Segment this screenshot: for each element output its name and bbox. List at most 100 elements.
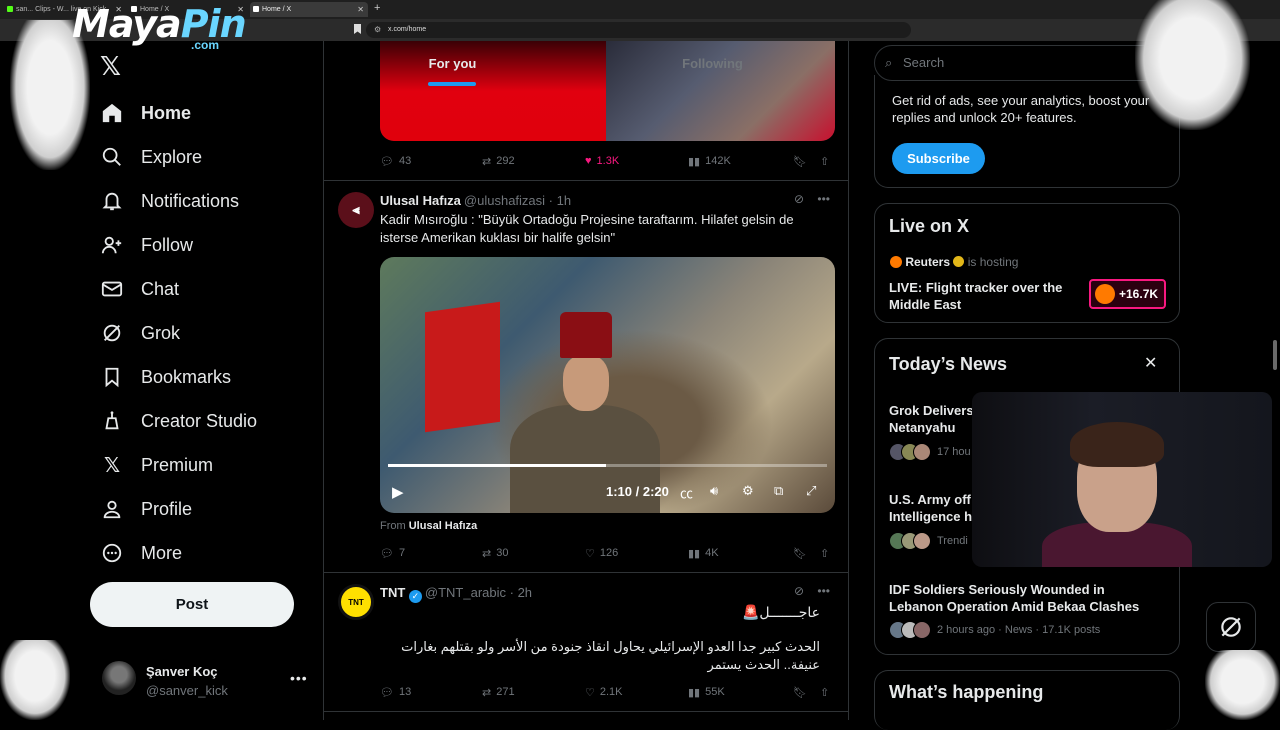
- nav-home-label: Home: [141, 102, 192, 123]
- bookmark-button[interactable]: 🔖︎: [793, 683, 807, 701]
- video-player[interactable]: ▶ 1:10 / 2:20 ㏄ 🔊︎ ⚙ ⧉ ⤢: [380, 257, 835, 513]
- author-handle[interactable]: @ulushafizasi · 1h: [464, 193, 571, 208]
- nav-follow[interactable]: Follow: [100, 229, 193, 261]
- play-icon[interactable]: ▶: [392, 483, 404, 501]
- author-name[interactable]: Ulusal Hafıza: [380, 193, 461, 208]
- bookmark-page-icon[interactable]: [354, 24, 361, 34]
- fullscreen-icon[interactable]: ⤢: [806, 483, 816, 499]
- heart-icon: ♡: [585, 547, 595, 560]
- grok-icon[interactable]: ⊘: [794, 192, 804, 206]
- grok-floating-button[interactable]: [1206, 602, 1256, 652]
- from-name[interactable]: Ulusal Hafıza: [409, 520, 477, 532]
- profile-icon: [100, 497, 124, 521]
- reply-button[interactable]: 💬︎ 43: [380, 152, 411, 170]
- watermark-domain: .com: [191, 38, 220, 52]
- bookmark-icon: 🔖︎: [793, 686, 807, 699]
- close-tab-icon[interactable]: ✕: [357, 2, 364, 17]
- tweet-header: TNT ✓ @TNT_arabic · 2h: [380, 585, 532, 603]
- more-options-icon[interactable]: •••: [290, 670, 308, 686]
- news-meta: 17 hou: [889, 443, 971, 461]
- nav-chat-label: Chat: [141, 278, 180, 299]
- pip-icon[interactable]: ⧉: [774, 483, 783, 499]
- views-button[interactable]: ▮▮ 142K: [688, 152, 731, 170]
- bookmark-button[interactable]: 🔖︎: [793, 152, 807, 170]
- feed-tabs: For you Following: [324, 41, 848, 86]
- tweet-actions: 💬︎ 13 ⇄ 271 ♡ 2.1K ▮▮ 55K 🔖︎ ⇧: [380, 683, 835, 701]
- nav-creator-studio[interactable]: Creator Studio: [100, 405, 257, 437]
- scrollbar-thumb[interactable]: [1273, 340, 1277, 370]
- views-icon: ▮▮: [688, 155, 701, 168]
- like-button[interactable]: ♡ 2.1K: [585, 683, 623, 701]
- tweet-actions: 💬︎ 7 ⇄ 30 ♡ 126 ▮▮ 4K 🔖︎ ⇧: [380, 544, 835, 562]
- author-name[interactable]: TNT: [380, 585, 405, 600]
- live-event-title[interactable]: LIVE: Flight tracker over the Middle Eas…: [889, 279, 1079, 313]
- nav-grok[interactable]: Grok: [100, 317, 180, 349]
- avatar-stack: [889, 443, 933, 461]
- more-options-icon[interactable]: •••: [817, 192, 830, 206]
- site-info-icon[interactable]: ⚙: [374, 22, 381, 38]
- nav-more[interactable]: More: [100, 537, 182, 569]
- nav-notifications[interactable]: Notifications: [100, 185, 239, 217]
- ulusal-hafiza-avatar[interactable]: ⫷: [338, 192, 374, 228]
- view-count: 55K: [705, 686, 725, 698]
- repost-count: 30: [496, 547, 509, 559]
- post-button[interactable]: Post: [90, 582, 294, 627]
- nav-home[interactable]: Home: [100, 97, 191, 129]
- live-title: Live on X: [889, 216, 970, 236]
- url-bar[interactable]: ⚙ x.com/home: [366, 22, 911, 38]
- share-button[interactable]: ⇧: [820, 544, 829, 562]
- bookmark-button[interactable]: 🔖︎: [793, 544, 807, 562]
- more-options-icon[interactable]: •••: [817, 584, 830, 598]
- like-button[interactable]: ♥ 1.3K: [585, 152, 619, 170]
- repost-button[interactable]: ⇄ 292: [482, 152, 515, 170]
- webcam-hair: [1070, 422, 1164, 467]
- share-button[interactable]: ⇧: [820, 683, 829, 701]
- news-meta: Trendi: [889, 532, 968, 550]
- account-switcher[interactable]: Şanver Koç @sanver_kick •••: [100, 658, 312, 702]
- profile-name: Şanver Koç: [146, 664, 218, 679]
- more-circle-icon: [100, 541, 124, 565]
- like-button[interactable]: ♡ 126: [585, 544, 618, 562]
- timeline: For you Following 💬︎ 43 ⇄ 292 ♥ 1.3K ▮▮ 142K…: [323, 41, 849, 720]
- watermark-maya: Maya: [72, 2, 182, 46]
- reply-button[interactable]: 💬︎ 13: [380, 683, 411, 701]
- live-listeners-badge[interactable]: +16.7K: [1089, 279, 1166, 309]
- news-item[interactable]: IDF Soldiers Seriously Wounded in Lebano…: [889, 581, 1159, 615]
- source-attribution: From Ulusal Hafıza: [380, 520, 477, 532]
- nav-follow-label: Follow: [141, 234, 194, 255]
- reply-button[interactable]: 💬︎ 7: [380, 544, 405, 562]
- settings-icon[interactable]: ⚙: [742, 483, 754, 499]
- tab-for-you[interactable]: For you: [380, 41, 525, 85]
- new-tab-button[interactable]: +: [374, 2, 380, 14]
- volume-icon[interactable]: 🔊︎: [710, 483, 718, 499]
- reply-count: 43: [398, 155, 412, 167]
- subscribe-button[interactable]: Subscribe: [892, 143, 985, 174]
- heart-icon: ♡: [585, 686, 595, 699]
- nav-bookmarks[interactable]: Bookmarks: [100, 361, 231, 393]
- tab-following[interactable]: Following: [640, 41, 785, 85]
- captions-icon[interactable]: ㏄: [680, 483, 693, 502]
- nav-premium[interactable]: 𝕏 Premium: [100, 449, 213, 481]
- nav-chat[interactable]: Chat: [100, 273, 179, 305]
- share-button[interactable]: ⇧: [820, 152, 829, 170]
- author-handle[interactable]: @TNT_arabic · 2h: [425, 585, 532, 600]
- nav-profile[interactable]: Profile: [100, 493, 192, 525]
- live-host-line[interactable]: Reuters is hosting: [890, 255, 1018, 269]
- x-logo-icon[interactable]: 𝕏: [100, 52, 121, 82]
- streamer-webcam: [972, 392, 1272, 567]
- active-tab-indicator: [428, 82, 476, 86]
- views-button[interactable]: ▮▮ 55K: [688, 683, 725, 701]
- reply-icon: 💬︎: [380, 547, 394, 560]
- repost-button[interactable]: ⇄ 271: [482, 683, 515, 701]
- reuters-logo-icon: [1095, 284, 1115, 304]
- close-icon[interactable]: ✕: [1144, 353, 1157, 373]
- nav-explore[interactable]: Explore: [100, 141, 202, 173]
- nav-explore-label: Explore: [141, 146, 203, 167]
- repost-button[interactable]: ⇄ 30: [482, 544, 508, 562]
- browser-tab-active[interactable]: Home / X ✕: [250, 2, 368, 17]
- grok-icon[interactable]: ⊘: [794, 584, 804, 598]
- verified-badge-icon: [953, 256, 965, 267]
- views-button[interactable]: ▮▮ 4K: [688, 544, 719, 562]
- avatar-stack: [889, 621, 933, 639]
- tnt-avatar[interactable]: TNT: [338, 584, 374, 620]
